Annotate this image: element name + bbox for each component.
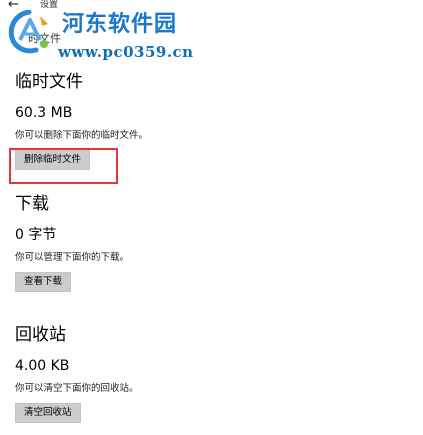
view-downloads-button[interactable]: 查看下载 [15, 272, 72, 292]
window-title: 设置 [40, 0, 59, 10]
section-size: 60.3 MB [15, 105, 73, 121]
section-description: 你可以清空下面你的回收站。 [15, 383, 139, 394]
watermark-site-url: www.pc0359.cn [58, 43, 194, 61]
section-description: 你可以删除下面你的临时文件。 [15, 130, 149, 141]
section-size: 0 字节 [15, 227, 57, 243]
section-title: 下载 [15, 194, 49, 214]
section-downloads: 下载 0 字节 你可以管理下面你的下载。 查看下载 [15, 194, 415, 292]
page-subtitle: 时文件 [28, 32, 61, 45]
back-arrow-icon[interactable]: ← [8, 0, 26, 12]
title-bar: ← 设置 [0, 0, 423, 14]
settings-page: ← 设置 时文件 河东软件园 www.pc0359.cn 临时文件 60.3 M… [0, 0, 423, 435]
delete-temp-files-button[interactable]: 删除临时文件 [15, 150, 91, 170]
section-temp-files: 临时文件 60.3 MB 你可以删除下面你的临时文件。 删除临时文件 [15, 72, 415, 170]
watermark-site-name: 河东软件园 [62, 11, 178, 37]
section-title: 回收站 [15, 325, 66, 345]
section-description: 你可以管理下面你的下载。 [15, 252, 130, 263]
section-size: 4.00 KB [15, 358, 70, 374]
section-recycle-bin: 回收站 4.00 KB 你可以清空下面你的回收站。 清空回收站 [15, 325, 415, 423]
empty-recycle-bin-button[interactable]: 清空回收站 [15, 403, 81, 423]
section-title: 临时文件 [15, 72, 83, 92]
